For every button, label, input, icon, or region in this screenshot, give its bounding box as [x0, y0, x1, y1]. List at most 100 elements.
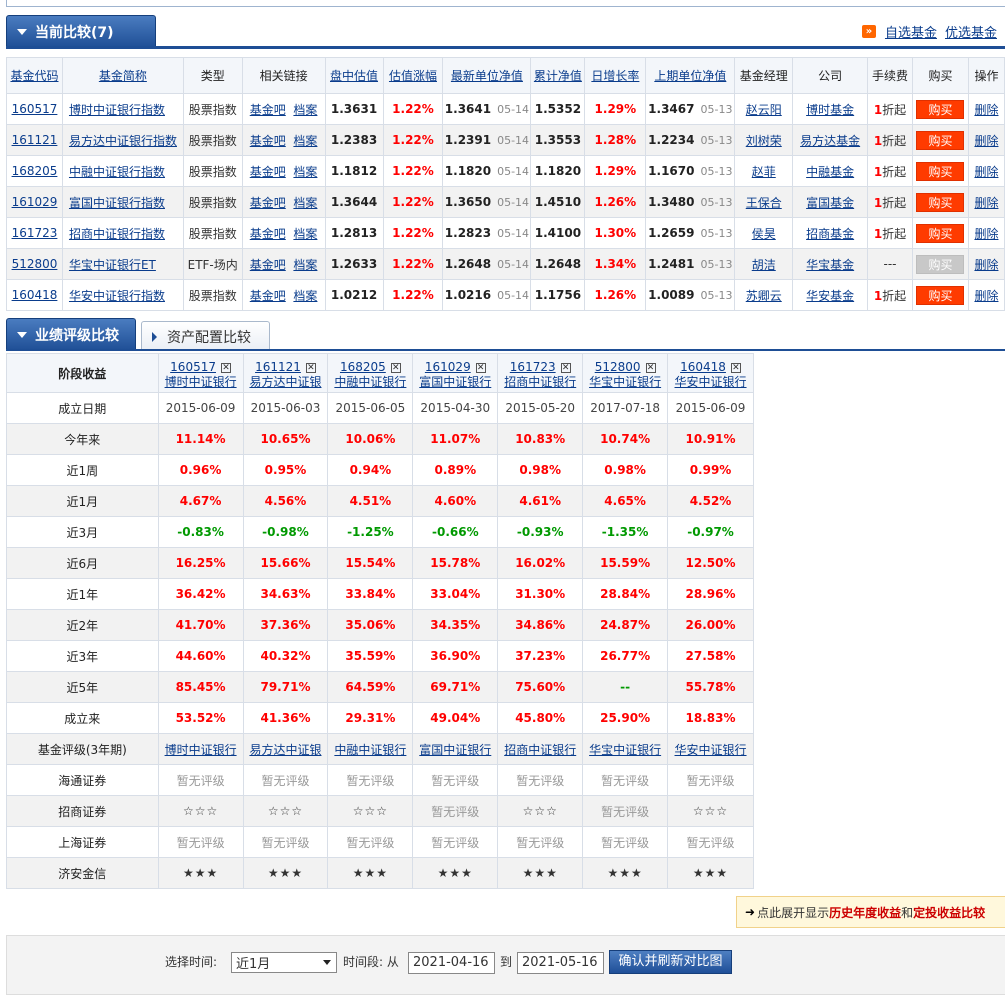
fund-short-name-link[interactable]: 中融中证银行 — [334, 375, 406, 389]
fund-short-name-link[interactable]: 华安中证银行 — [675, 375, 747, 389]
sort-link-5[interactable]: 估值涨幅 — [389, 69, 437, 83]
sort-link-1[interactable]: 基金简称 — [99, 69, 147, 83]
col-header-6[interactable]: 最新单位净值 — [442, 57, 532, 94]
fund-short-name-link[interactable]: 易方达中证银 — [249, 743, 321, 757]
remove-fund-icon[interactable]: ✕ — [475, 362, 486, 373]
fund-code-link[interactable]: 161723 — [510, 360, 556, 374]
fund-code-link[interactable]: 160418 — [12, 288, 58, 302]
archive-link[interactable]: 档案 — [293, 103, 317, 117]
remove-fund-icon[interactable]: ✕ — [730, 362, 741, 373]
buy-button[interactable]: 购买 — [916, 223, 965, 243]
fund-bar-link[interactable]: 基金吧 — [250, 165, 286, 179]
manager-link[interactable]: 侯昊 — [752, 227, 776, 241]
fund-bar-link[interactable]: 基金吧 — [250, 289, 286, 303]
manager-link[interactable]: 胡洁 — [752, 258, 776, 272]
fund-code-link[interactable]: 161121 — [12, 133, 58, 147]
company-link[interactable]: 博时基金 — [806, 103, 854, 117]
fund-bar-link[interactable]: 基金吧 — [250, 258, 286, 272]
fund-code-link[interactable]: 160517 — [12, 102, 58, 116]
fund-bar-link[interactable]: 基金吧 — [250, 134, 286, 148]
remove-fund-icon[interactable]: ✕ — [305, 362, 316, 373]
fund-name-link[interactable]: 招商中证银行指数 — [69, 227, 165, 241]
buy-button[interactable]: 购买 — [916, 285, 965, 305]
period-select[interactable]: 近1月 — [231, 952, 337, 973]
fund-code-link[interactable]: 168205 — [12, 164, 58, 178]
fund-short-name-link[interactable]: 招商中证银行 — [504, 375, 576, 389]
manager-link[interactable]: 王保合 — [746, 196, 782, 210]
sort-link-6[interactable]: 最新单位净值 — [451, 69, 523, 83]
col-header-8[interactable]: 日增长率 — [584, 57, 647, 94]
performance-tab[interactable]: 业绩评级比较 — [6, 318, 136, 351]
col-header-1[interactable]: 基金简称 — [61, 57, 184, 94]
date-from-input[interactable]: 2021-04-16 — [408, 952, 495, 974]
fund-short-name-link[interactable]: 华宝中证银行 — [589, 743, 661, 757]
remove-fund-icon[interactable]: ✕ — [645, 362, 656, 373]
manager-link[interactable]: 刘树荣 — [746, 134, 782, 148]
archive-link[interactable]: 档案 — [293, 134, 317, 148]
manager-link[interactable]: 苏卿云 — [746, 289, 782, 303]
col-header-7[interactable]: 累计净值 — [530, 57, 586, 94]
sort-link-8[interactable]: 日增长率 — [591, 69, 639, 83]
remove-fund-icon[interactable]: ✕ — [390, 362, 401, 373]
delete-link[interactable]: 删除 — [974, 196, 998, 210]
sort-link-0[interactable]: 基金代码 — [10, 69, 58, 83]
fund-code-link[interactable]: 161029 — [425, 360, 471, 374]
fund-short-name-link[interactable]: 华安中证银行 — [675, 743, 747, 757]
delete-link[interactable]: 删除 — [974, 103, 998, 117]
delete-link[interactable]: 删除 — [974, 134, 998, 148]
delete-link[interactable]: 删除 — [974, 289, 998, 303]
fund-code-link[interactable]: 160517 — [170, 360, 216, 374]
col-header-9[interactable]: 上期单位净值 — [645, 57, 736, 94]
sort-link-7[interactable]: 累计净值 — [534, 69, 582, 83]
company-link[interactable]: 易方达基金 — [800, 134, 860, 148]
archive-link[interactable]: 档案 — [293, 258, 317, 272]
fund-code-link[interactable]: 161121 — [255, 360, 301, 374]
fund-code-link[interactable]: 168205 — [340, 360, 386, 374]
archive-link[interactable]: 档案 — [293, 227, 317, 241]
expand-more-link[interactable]: ➜ 点此展开显示 历史年度收益 和 定投收益比较 — [736, 896, 1005, 928]
fund-code-link[interactable]: 160418 — [680, 360, 726, 374]
fund-short-name-link[interactable]: 富国中证银行 — [419, 375, 491, 389]
buy-button[interactable]: 购买 — [916, 130, 965, 150]
archive-link[interactable]: 档案 — [293, 165, 317, 179]
buy-button[interactable]: 购买 — [916, 99, 965, 119]
company-link[interactable]: 中融基金 — [806, 165, 854, 179]
fund-short-name-link[interactable]: 华宝中证银行 — [589, 375, 661, 389]
link-self-selected-fund[interactable]: 自选基金 — [885, 22, 937, 41]
company-link[interactable]: 招商基金 — [806, 227, 854, 241]
fund-short-name-link[interactable]: 博时中证银行 — [165, 375, 237, 389]
remove-fund-icon[interactable]: ✕ — [560, 362, 571, 373]
company-link[interactable]: 华安基金 — [806, 289, 854, 303]
fund-name-link[interactable]: 华宝中证银行ET — [69, 258, 156, 272]
fund-code-link[interactable]: 512800 — [595, 360, 641, 374]
archive-link[interactable]: 档案 — [293, 196, 317, 210]
link-preferred-fund[interactable]: 优选基金 — [945, 22, 997, 41]
fund-bar-link[interactable]: 基金吧 — [250, 103, 286, 117]
fund-name-link[interactable]: 博时中证银行指数 — [69, 103, 165, 117]
date-to-input[interactable]: 2021-05-16 — [517, 952, 604, 974]
current-compare-tab[interactable]: 当前比较(7) — [6, 15, 156, 48]
company-link[interactable]: 华宝基金 — [806, 258, 854, 272]
fund-name-link[interactable]: 易方达中证银行指数 — [69, 134, 177, 148]
col-header-4[interactable]: 盘中估值 — [324, 57, 384, 94]
fund-bar-link[interactable]: 基金吧 — [250, 227, 286, 241]
refresh-compare-button[interactable]: 确认并刷新对比图 — [609, 950, 732, 974]
remove-fund-icon[interactable]: ✕ — [220, 362, 231, 373]
delete-link[interactable]: 删除 — [974, 165, 998, 179]
buy-button[interactable]: 购买 — [916, 192, 965, 212]
col-header-5[interactable]: 估值涨幅 — [382, 57, 444, 94]
col-header-0[interactable]: 基金代码 — [6, 57, 63, 94]
manager-link[interactable]: 赵云阳 — [746, 103, 782, 117]
archive-link[interactable]: 档案 — [293, 289, 317, 303]
sort-link-4[interactable]: 盘中估值 — [330, 69, 378, 83]
fund-short-name-link[interactable]: 易方达中证银 — [249, 375, 321, 389]
fund-short-name-link[interactable]: 富国中证银行 — [419, 743, 491, 757]
buy-button[interactable]: 购买 — [916, 254, 965, 274]
fund-code-link[interactable]: 161723 — [12, 226, 58, 240]
fund-short-name-link[interactable]: 博时中证银行 — [165, 743, 237, 757]
fund-code-link[interactable]: 161029 — [12, 195, 58, 209]
fund-code-link[interactable]: 512800 — [12, 257, 58, 271]
fund-bar-link[interactable]: 基金吧 — [250, 196, 286, 210]
delete-link[interactable]: 删除 — [974, 258, 998, 272]
fund-name-link[interactable]: 富国中证银行指数 — [69, 196, 165, 210]
